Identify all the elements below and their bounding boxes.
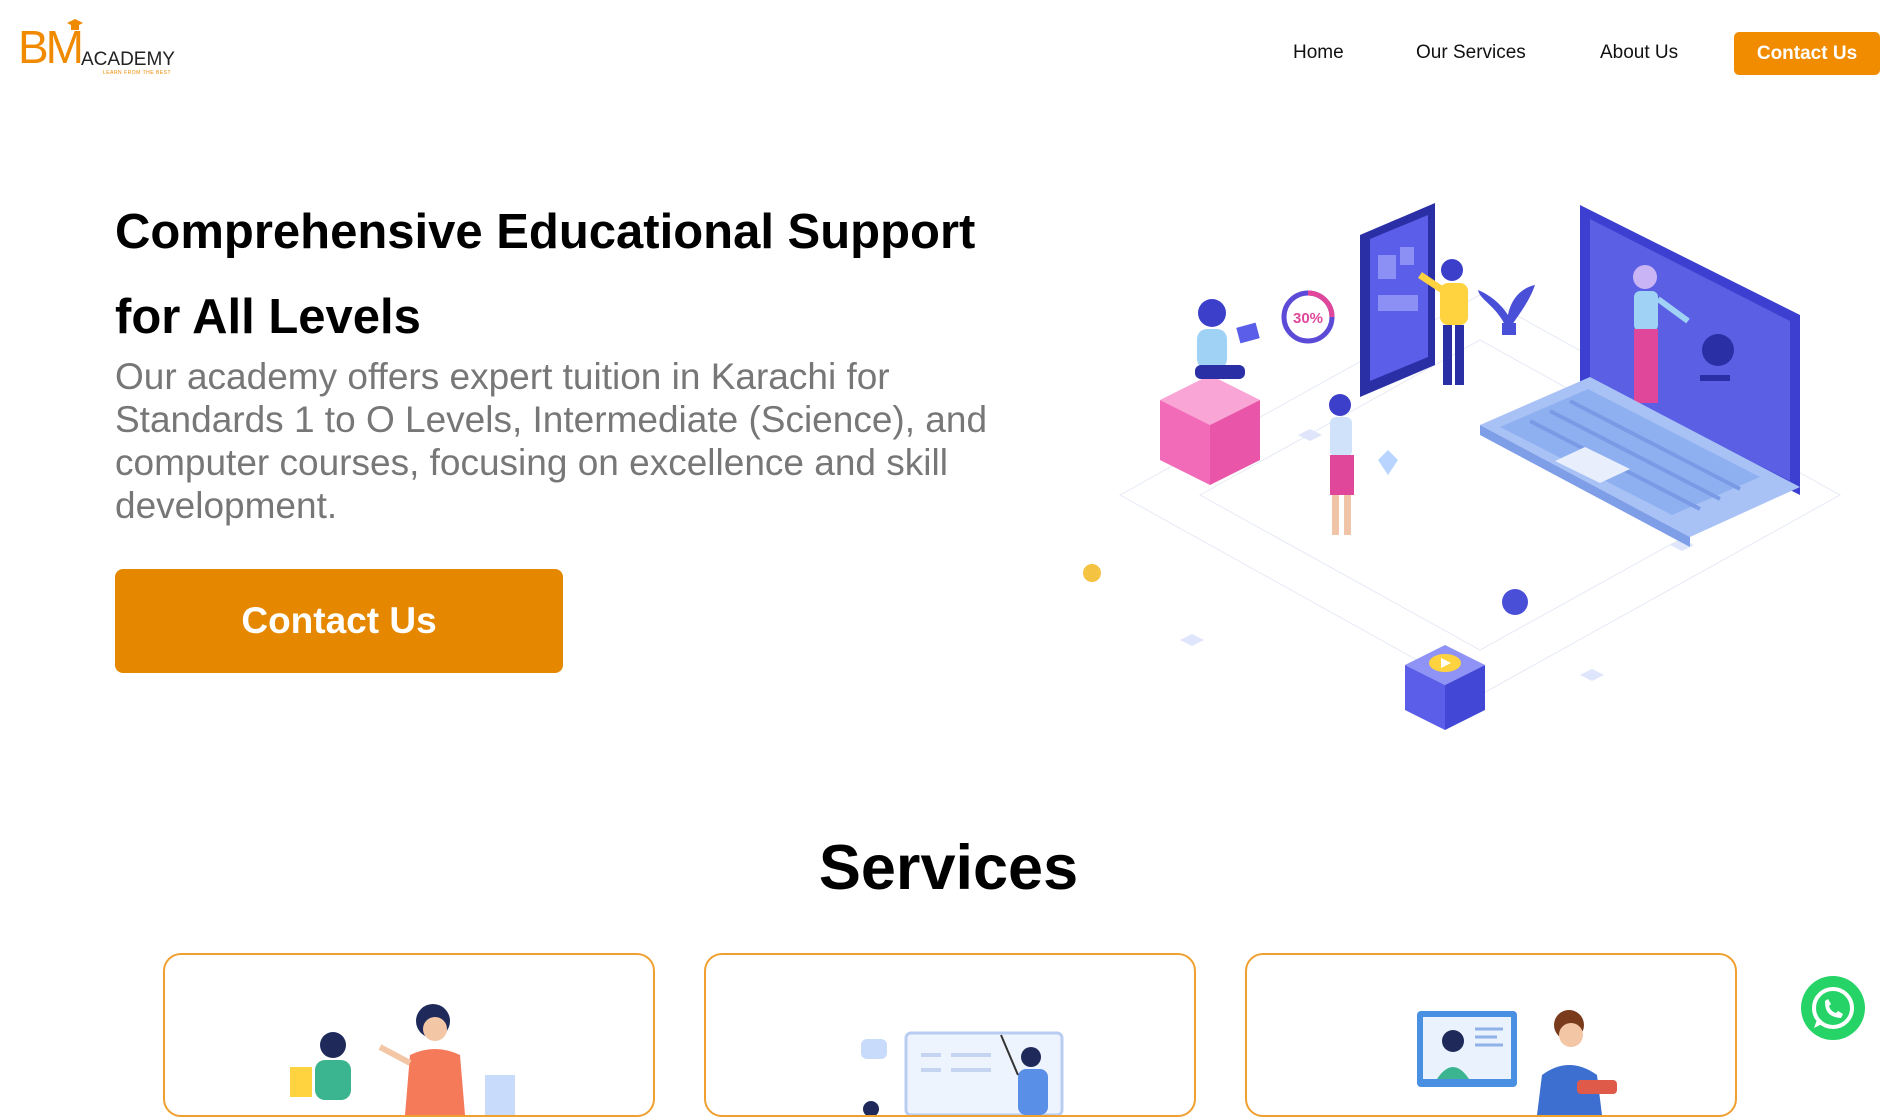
service-card[interactable] — [163, 953, 655, 1117]
services-title: Services — [818, 833, 1079, 903]
hero-description: Our academy offers expert tuition in Kar… — [115, 356, 988, 526]
nav-home[interactable]: Home — [1293, 38, 1344, 68]
whatsapp-icon — [1801, 976, 1865, 1040]
hero-illustration: 30% — [1083, 203, 1842, 730]
service-card-illustration — [1417, 1010, 1617, 1115]
brand-logo[interactable]: BM ACADEMY LEARN FROM THE BEST — [18, 18, 178, 78]
service-card-illustration — [290, 1004, 515, 1115]
service-card[interactable] — [1245, 953, 1737, 1117]
header-contact-button[interactable]: Contact Us — [1734, 32, 1880, 75]
whatsapp-button[interactable] — [1800, 975, 1866, 1041]
service-card-illustration — [861, 1031, 1064, 1115]
nav-our-services[interactable]: Our Services — [1416, 38, 1526, 68]
logo-wordmark: ACADEMY — [81, 49, 175, 70]
hero-title: Comprehensive Educational Support for Al… — [115, 205, 976, 344]
logo-tagline: LEARN FROM THE BEST — [103, 70, 172, 76]
logo-mark: BM — [18, 21, 84, 73]
hero-contact-button[interactable]: Contact Us — [115, 569, 563, 673]
service-card[interactable] — [704, 953, 1196, 1117]
nav-about-us[interactable]: About Us — [1600, 38, 1678, 68]
illustration-badge-text: 30% — [1293, 310, 1323, 327]
